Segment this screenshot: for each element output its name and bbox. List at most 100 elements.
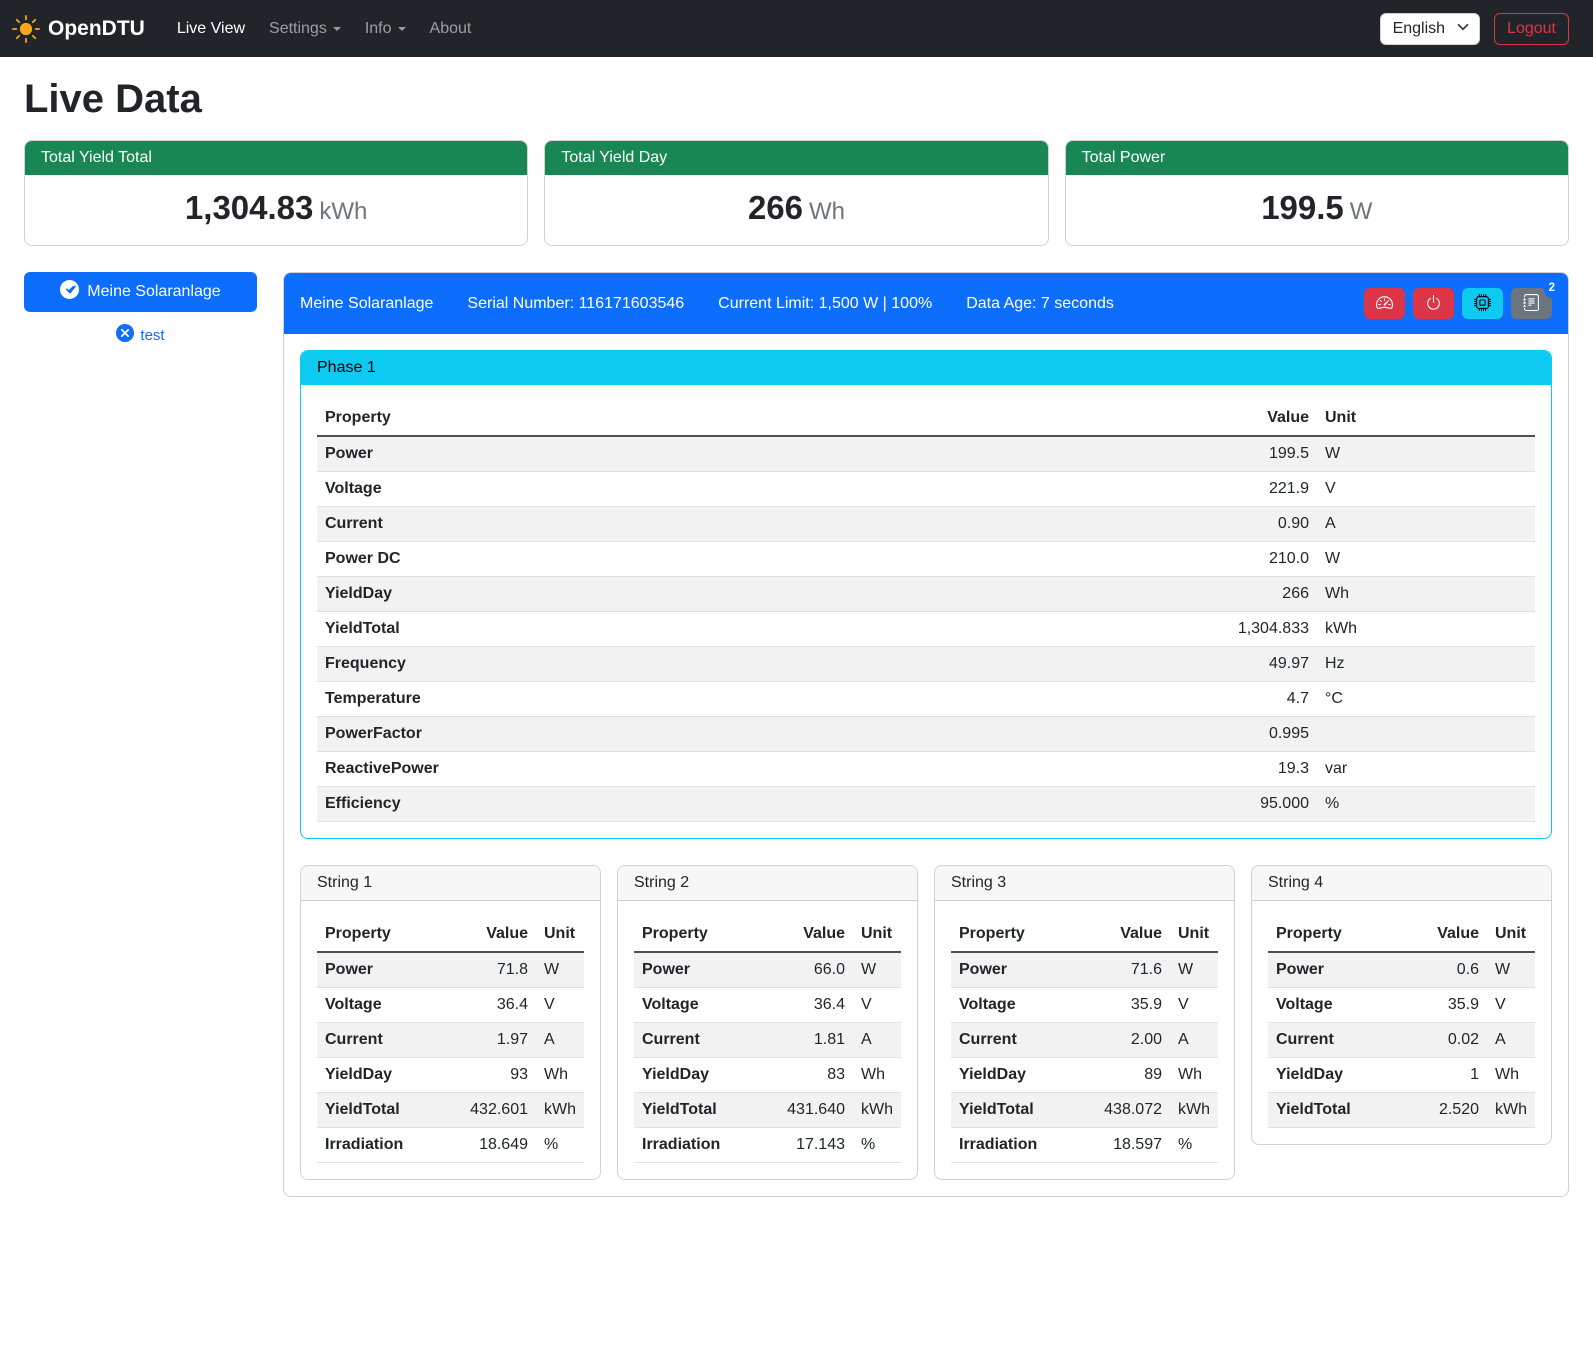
nav-settings-label: Settings	[269, 20, 327, 38]
value-cell: 17.143	[757, 1128, 853, 1163]
summary-value: 1,304.83	[185, 189, 313, 226]
nav-live-view-label: Live View	[177, 20, 245, 38]
unit-cell: W	[1170, 952, 1218, 988]
table-row: Current1.81A	[634, 1023, 901, 1058]
summary-value: 199.5	[1261, 189, 1344, 226]
property-cell: Current	[317, 1023, 440, 1058]
value-cell: 71.8	[440, 952, 536, 988]
value-cell: 35.9	[1074, 988, 1170, 1023]
property-cell: Power	[951, 952, 1074, 988]
nav-about[interactable]: About	[418, 12, 484, 46]
unit-cell: Wh	[1487, 1058, 1535, 1093]
summary-card-body: 1,304.83kWh	[25, 175, 527, 245]
column-header-value: Value	[1402, 917, 1487, 952]
chevron-down-icon	[398, 27, 406, 31]
string-table: Property Value Unit Power0.6W Voltage35.…	[1268, 917, 1535, 1128]
property-cell: Current	[317, 507, 915, 542]
device-info-button[interactable]	[1462, 288, 1503, 319]
table-row: Frequency49.97Hz	[317, 647, 1535, 682]
value-cell: 2.520	[1402, 1093, 1487, 1128]
nav-info[interactable]: Info	[353, 12, 418, 46]
property-cell: Power	[1268, 952, 1402, 988]
string-card-4: String 4 Property Value Unit	[1251, 865, 1552, 1145]
unit-cell: V	[1170, 988, 1218, 1023]
table-row: Voltage35.9V	[1268, 988, 1535, 1023]
table-row: Irradiation18.649%	[317, 1128, 584, 1163]
inverter-select-label: Meine Solaranlage	[87, 283, 220, 301]
inverter-sidebar: Meine Solaranlage test	[24, 272, 257, 346]
value-cell: 0.02	[1402, 1023, 1487, 1058]
unit-cell: A	[1317, 507, 1535, 542]
value-cell: 221.9	[915, 472, 1317, 507]
unit-cell: W	[1317, 542, 1535, 577]
event-count-badge: 2	[1544, 280, 1560, 298]
value-cell: 1.97	[440, 1023, 536, 1058]
property-cell: Frequency	[317, 647, 915, 682]
table-header-row: Property Value Unit	[317, 401, 1535, 436]
string-table: Property Value Unit Power71.8W Voltage36…	[317, 917, 584, 1163]
language-select[interactable]: English	[1380, 13, 1480, 45]
nav-about-label: About	[430, 20, 472, 38]
value-cell: 49.97	[915, 647, 1317, 682]
column-header-unit: Unit	[1317, 401, 1535, 436]
event-log-button[interactable]: 2	[1511, 288, 1552, 319]
property-cell: Irradiation	[317, 1128, 440, 1163]
value-cell: 199.5	[915, 436, 1317, 472]
property-cell: YieldDay	[951, 1058, 1074, 1093]
property-cell: YieldTotal	[317, 612, 915, 647]
content-row: Meine Solaranlage test Meine Solaranlage…	[24, 272, 1569, 1197]
nav-settings[interactable]: Settings	[257, 12, 353, 46]
property-cell: Voltage	[317, 472, 915, 507]
property-cell: Efficiency	[317, 787, 915, 822]
table-row: YieldTotal1,304.833kWh	[317, 612, 1535, 647]
summary-card-body: 266Wh	[545, 175, 1047, 245]
value-cell: 36.4	[757, 988, 853, 1023]
table-row: Voltage221.9V	[317, 472, 1535, 507]
inverter-panel-body: Phase 1 Property Value Unit	[284, 334, 1568, 1196]
unit-cell	[1317, 717, 1535, 752]
inverter-panel: Meine Solaranlage Serial Number: 1161716…	[283, 272, 1569, 1197]
unit-cell: W	[536, 952, 584, 988]
string-body: Property Value Unit Power71.8W Voltage36…	[301, 901, 600, 1179]
value-cell: 210.0	[915, 542, 1317, 577]
summary-card-body: 199.5W	[1066, 175, 1568, 245]
property-cell: YieldTotal	[951, 1093, 1074, 1128]
inverter-current-limit: Current Limit: 1,500 W | 100%	[718, 295, 932, 313]
inverter-select-button[interactable]: Meine Solaranlage	[24, 272, 257, 312]
value-cell: 0.90	[915, 507, 1317, 542]
column-header-unit: Unit	[1170, 917, 1218, 952]
table-row: Irradiation18.597%	[951, 1128, 1218, 1163]
unit-cell: W	[853, 952, 901, 988]
limit-settings-button[interactable]	[1364, 288, 1405, 319]
inverter-item-test[interactable]: test	[24, 324, 257, 346]
string-table: Property Value Unit Power71.6W Voltage35…	[951, 917, 1218, 1163]
table-row: Efficiency95.000%	[317, 787, 1535, 822]
table-row: Current2.00A	[951, 1023, 1218, 1058]
property-cell: Irradiation	[951, 1128, 1074, 1163]
string-body: Property Value Unit Power71.6W Voltage35…	[935, 901, 1234, 1179]
table-row: Current1.97A	[317, 1023, 584, 1058]
column-header-unit: Unit	[1487, 917, 1535, 952]
table-row: Power0.6W	[1268, 952, 1535, 988]
property-cell: Irradiation	[634, 1128, 757, 1163]
inverter-data-age: Data Age: 7 seconds	[966, 295, 1114, 313]
brand[interactable]: OpenDTU	[12, 15, 145, 43]
value-cell: 18.649	[440, 1128, 536, 1163]
string-card-1: String 1 Property Value Unit	[300, 865, 601, 1180]
table-row: YieldDay93Wh	[317, 1058, 584, 1093]
power-toggle-button[interactable]	[1413, 288, 1454, 319]
property-cell: YieldDay	[317, 577, 915, 612]
summary-card-title: Total Yield Total	[25, 141, 527, 175]
logout-button[interactable]: Logout	[1494, 13, 1569, 45]
value-cell: 89	[1074, 1058, 1170, 1093]
strings-row: String 1 Property Value Unit	[300, 865, 1552, 1180]
inverter-serial: Serial Number: 116171603546	[467, 295, 684, 313]
table-row: PowerFactor0.995	[317, 717, 1535, 752]
phase-body: Property Value Unit Power199.5W Voltage2…	[301, 385, 1551, 838]
property-cell: YieldTotal	[317, 1093, 440, 1128]
chevron-down-icon	[333, 27, 341, 31]
string-table: Property Value Unit Power66.0W Voltage36…	[634, 917, 901, 1163]
property-cell: Power	[317, 952, 440, 988]
chevron-down-icon	[1457, 20, 1469, 38]
nav-live-view[interactable]: Live View	[165, 12, 257, 46]
